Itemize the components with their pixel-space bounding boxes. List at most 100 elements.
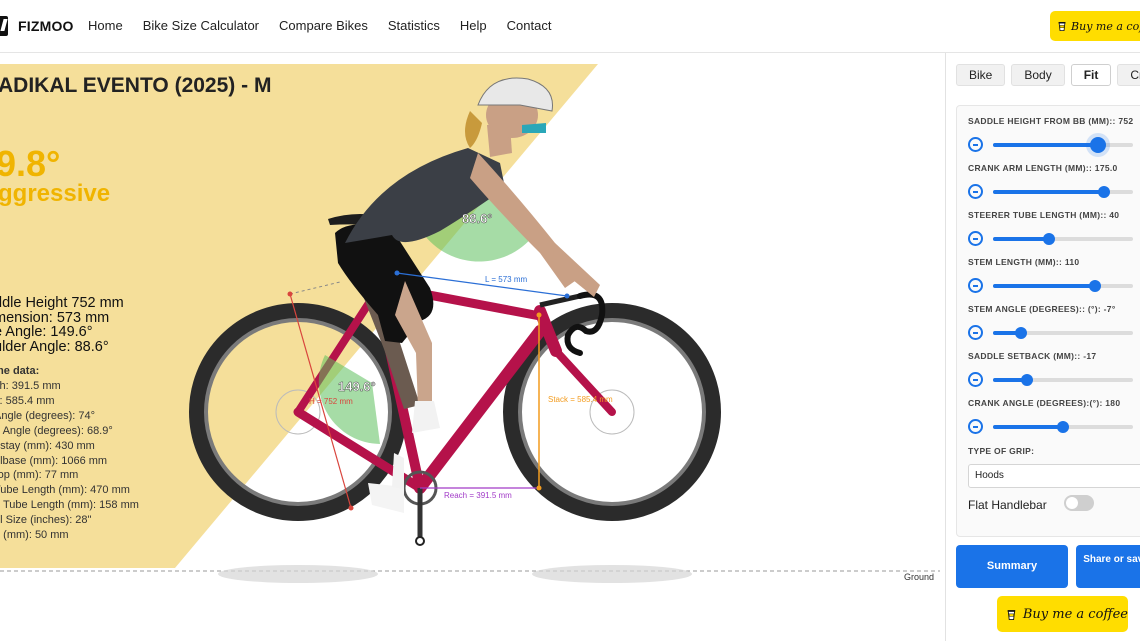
stack-top-dot: [536, 312, 542, 318]
reach-label: Reach = 391.5 mm: [444, 491, 512, 500]
frame-data-item: Angle (degrees): 74°: [0, 409, 96, 422]
nav-statistics[interactable]: Statistics: [388, 18, 440, 33]
buy-me-a-coffee-bottom-button[interactable]: Buy me a coffee: [997, 596, 1128, 632]
metric-knee-angle: e Angle: 149.6°: [0, 324, 93, 340]
slider-fill: [993, 143, 1098, 147]
slider-thumb[interactable]: [1015, 327, 1027, 339]
decrement-icon[interactable]: [968, 137, 983, 152]
slider-fill: [993, 237, 1049, 241]
top-navigation-bar: FIZMOO Home Bike Size Calculator Compare…: [0, 0, 1140, 53]
slider-label: STEERER TUBE LENGTH (MM):: 40: [968, 210, 1120, 220]
slider-thumb[interactable]: [1020, 374, 1033, 386]
metric-saddle-height: ddle Height 752 mm: [0, 295, 124, 311]
coffee-label: Buy me a coffee: [1071, 19, 1140, 33]
slider-label: CRANK ARM LENGTH (MM):: 175.0: [968, 163, 1118, 173]
flat-handlebar-label: Flat Handlebar: [968, 498, 1047, 512]
reach-end-dot: [536, 485, 542, 491]
bike-fit-diagram: 88.6° 149.6° L = 573 mm H = 752 mm Stack…: [0, 64, 940, 583]
slider-thumb[interactable]: [1089, 280, 1102, 292]
slider-track[interactable]: [993, 233, 1133, 245]
slider-track[interactable]: [993, 137, 1133, 153]
brand-name[interactable]: FIZMOO: [18, 18, 74, 34]
decrement-icon[interactable]: [968, 231, 983, 246]
tab-bike[interactable]: Bike: [956, 64, 1006, 86]
nav-compare-bikes[interactable]: Compare Bikes: [279, 18, 368, 33]
slider-thumb[interactable]: [1090, 137, 1106, 153]
frame-data-title: me data:: [0, 365, 40, 377]
stem: [539, 293, 581, 308]
stack-label: Stack = 585.4 mm: [548, 395, 613, 404]
dimension-end-dot: [564, 293, 570, 299]
slider-track[interactable]: [993, 280, 1133, 292]
frame-data-item: el Size (inches): 28": [0, 514, 92, 527]
frame-data-item: Tube Length (mm): 470 mm: [0, 484, 130, 497]
slider-track[interactable]: [993, 421, 1133, 433]
frame-data-item: d Angle (degrees): 68.9°: [0, 424, 113, 437]
decrement-icon[interactable]: [968, 372, 983, 387]
grip-type-label: TYPE OF GRIP:: [968, 446, 1035, 456]
slider-track[interactable]: [993, 327, 1133, 339]
main-nav: Home Bike Size Calculator Compare Bikes …: [88, 18, 551, 33]
frame-data-item: ch: 391.5 mm: [0, 380, 61, 392]
frame-data-item: e (mm): 50 mm: [0, 529, 69, 542]
nav-home[interactable]: Home: [88, 18, 123, 33]
metric-dimension: mension: 573 mm: [0, 309, 110, 326]
body-angle-value: 9.8°: [0, 143, 61, 184]
fizmoo-logo-icon[interactable]: [0, 16, 8, 36]
bike-title: ADIKAL EVENTO (2025) - M: [0, 74, 272, 97]
nav-contact[interactable]: Contact: [507, 18, 552, 33]
slider-label: CRANK ANGLE (DEGREES):(°): 180: [968, 398, 1121, 408]
fit-metrics: ddle Height 752 mm mension: 573 mm e Ang…: [0, 296, 124, 354]
grip-type-select[interactable]: Hoods: [968, 464, 1140, 488]
tab-fit[interactable]: Fit: [1070, 64, 1112, 86]
decrement-icon[interactable]: [968, 184, 983, 199]
slider-thumb[interactable]: [1043, 233, 1055, 245]
decrement-icon[interactable]: [968, 325, 983, 340]
tab-cr[interactable]: Cr: [1117, 64, 1140, 86]
shoulder-angle-label: 88.6°: [462, 211, 493, 226]
fit-control-panel: Bike Body Fit Cr SADDLE HEIGHT FROM BB (…: [945, 53, 1140, 641]
slider-label: STEM LENGTH (MM):: 110: [968, 257, 1080, 267]
decrement-icon[interactable]: [968, 419, 983, 434]
pedal: [415, 536, 425, 546]
dimension-label: L = 573 mm: [485, 275, 528, 284]
metric-shoulder-angle: ulder Angle: 88.6°: [0, 338, 109, 355]
dimension-start-dot: [394, 270, 400, 276]
fit-settings-box: SADDLE HEIGHT FROM BB (MM):: 752CRANK AR…: [956, 105, 1140, 537]
coffee-cup-icon: [1058, 21, 1066, 31]
front-wheel-shadow: [532, 565, 692, 583]
slider-track[interactable]: [993, 374, 1133, 386]
frame-data-list: ch: 391.5 mm k: 585.4 mm Angle (degrees)…: [0, 379, 139, 543]
slider-fill: [993, 190, 1104, 194]
panel-tabs: Bike Body Fit Cr: [956, 64, 1140, 86]
slider-track[interactable]: [993, 186, 1133, 198]
slider-fill: [993, 284, 1096, 288]
flat-handlebar-toggle[interactable]: [1064, 495, 1094, 511]
rear-wheel-shadow: [218, 565, 378, 583]
knee-angle-label: 149.6°: [338, 379, 376, 394]
slider-label: SADDLE SETBACK (MM):: -17: [968, 351, 1097, 361]
slider-label: SADDLE HEIGHT FROM BB (MM):: 752: [968, 116, 1134, 126]
frame-data-item: d Tube Length (mm): 158 mm: [0, 499, 139, 512]
frame-data-item: k: 585.4 mm: [0, 394, 55, 407]
slider-thumb[interactable]: [1097, 186, 1110, 198]
coffee-bottom-label: Buy me a coffee: [1022, 606, 1128, 622]
decrement-icon[interactable]: [968, 278, 983, 293]
height-end-dot: [348, 505, 354, 511]
height-label: H = 752 mm: [309, 397, 353, 406]
frame-data-item: nstay (mm): 430 mm: [0, 439, 95, 452]
frame-data-item: rop (mm): 77 mm: [0, 469, 79, 482]
nav-bike-size-calculator[interactable]: Bike Size Calculator: [143, 18, 259, 33]
share-or-save-link-button[interactable]: Share or save link: [1076, 545, 1140, 588]
coffee-cup-icon: [1007, 609, 1016, 620]
summary-button[interactable]: Summary: [956, 545, 1068, 588]
slider-thumb[interactable]: [1057, 421, 1069, 433]
ground-label: Ground: [904, 572, 935, 582]
position-category: ggressive: [0, 180, 111, 207]
tab-body[interactable]: Body: [1011, 64, 1065, 86]
slider-fill: [993, 425, 1063, 429]
buy-me-a-coffee-button[interactable]: Buy me a coffee: [1050, 11, 1140, 41]
height-start-dot: [287, 291, 293, 297]
bike-fit-canvas: 88.6° 149.6° L = 573 mm H = 752 mm Stack…: [0, 53, 945, 641]
nav-help[interactable]: Help: [460, 18, 487, 33]
